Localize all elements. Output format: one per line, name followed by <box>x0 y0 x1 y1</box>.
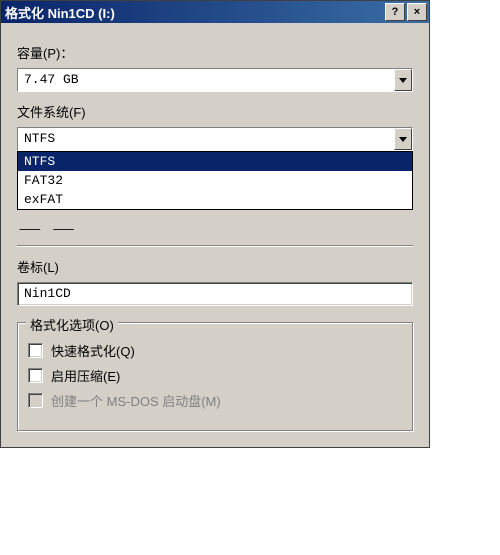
capacity-dropdown-button[interactable] <box>394 69 412 91</box>
format-dialog: 格式化 Nin1CD (I:) ? × 容量(P)： 7.47 GB 文件系统(… <box>0 0 430 448</box>
capacity-label: 容量(P)： <box>17 43 413 62</box>
chevron-down-icon <box>399 78 407 83</box>
titlebar-buttons: ? × <box>383 3 427 21</box>
separator <box>17 245 413 247</box>
msdos-boot-row: 创建一个 MS-DOS 启动盘(M) <box>28 391 402 410</box>
quick-format-label: 快速格式化(Q) <box>51 341 135 360</box>
quick-format-checkbox[interactable] <box>28 343 43 358</box>
dialog-content: 容量(P)： 7.47 GB 文件系统(F) NTFS NTFS FAT32 e… <box>1 23 429 447</box>
filesystem-label: 文件系统(F) <box>17 102 413 121</box>
capacity-combo[interactable]: 7.47 GB <box>17 68 413 92</box>
msdos-boot-label: 创建一个 MS-DOS 启动盘(M) <box>51 391 221 410</box>
titlebar-text: 格式化 Nin1CD (I:) <box>5 3 383 22</box>
volume-input[interactable]: Nin1CD <box>17 282 413 306</box>
format-options-group: 格式化选项(O) 快速格式化(Q) 启用压缩(E) 创建一个 MS-DOS 启动… <box>17 322 413 431</box>
titlebar: 格式化 Nin1CD (I:) ? × <box>1 1 429 23</box>
capacity-value: 7.47 GB <box>18 69 394 91</box>
msdos-boot-checkbox <box>28 393 43 408</box>
filesystem-option-exfat[interactable]: exFAT <box>18 190 412 209</box>
enable-compress-label: 启用压缩(E) <box>51 366 120 385</box>
help-button[interactable]: ? <box>385 3 405 21</box>
close-button[interactable]: × <box>407 3 427 21</box>
chevron-down-icon <box>399 137 407 142</box>
filesystem-value: NTFS <box>18 128 394 150</box>
allocation-obscured: ⸺ ⸺ <box>17 216 413 239</box>
filesystem-option-ntfs[interactable]: NTFS <box>18 152 412 171</box>
quick-format-row: 快速格式化(Q) <box>28 341 402 360</box>
enable-compress-row: 启用压缩(E) <box>28 366 402 385</box>
filesystem-option-fat32[interactable]: FAT32 <box>18 171 412 190</box>
filesystem-dropdown-list: NTFS FAT32 exFAT <box>17 151 413 210</box>
filesystem-dropdown-button[interactable] <box>394 128 412 150</box>
enable-compress-checkbox[interactable] <box>28 368 43 383</box>
volume-label: 卷标(L) <box>17 257 413 276</box>
format-options-title: 格式化选项(O) <box>26 315 118 334</box>
filesystem-combo[interactable]: NTFS <box>17 127 413 151</box>
